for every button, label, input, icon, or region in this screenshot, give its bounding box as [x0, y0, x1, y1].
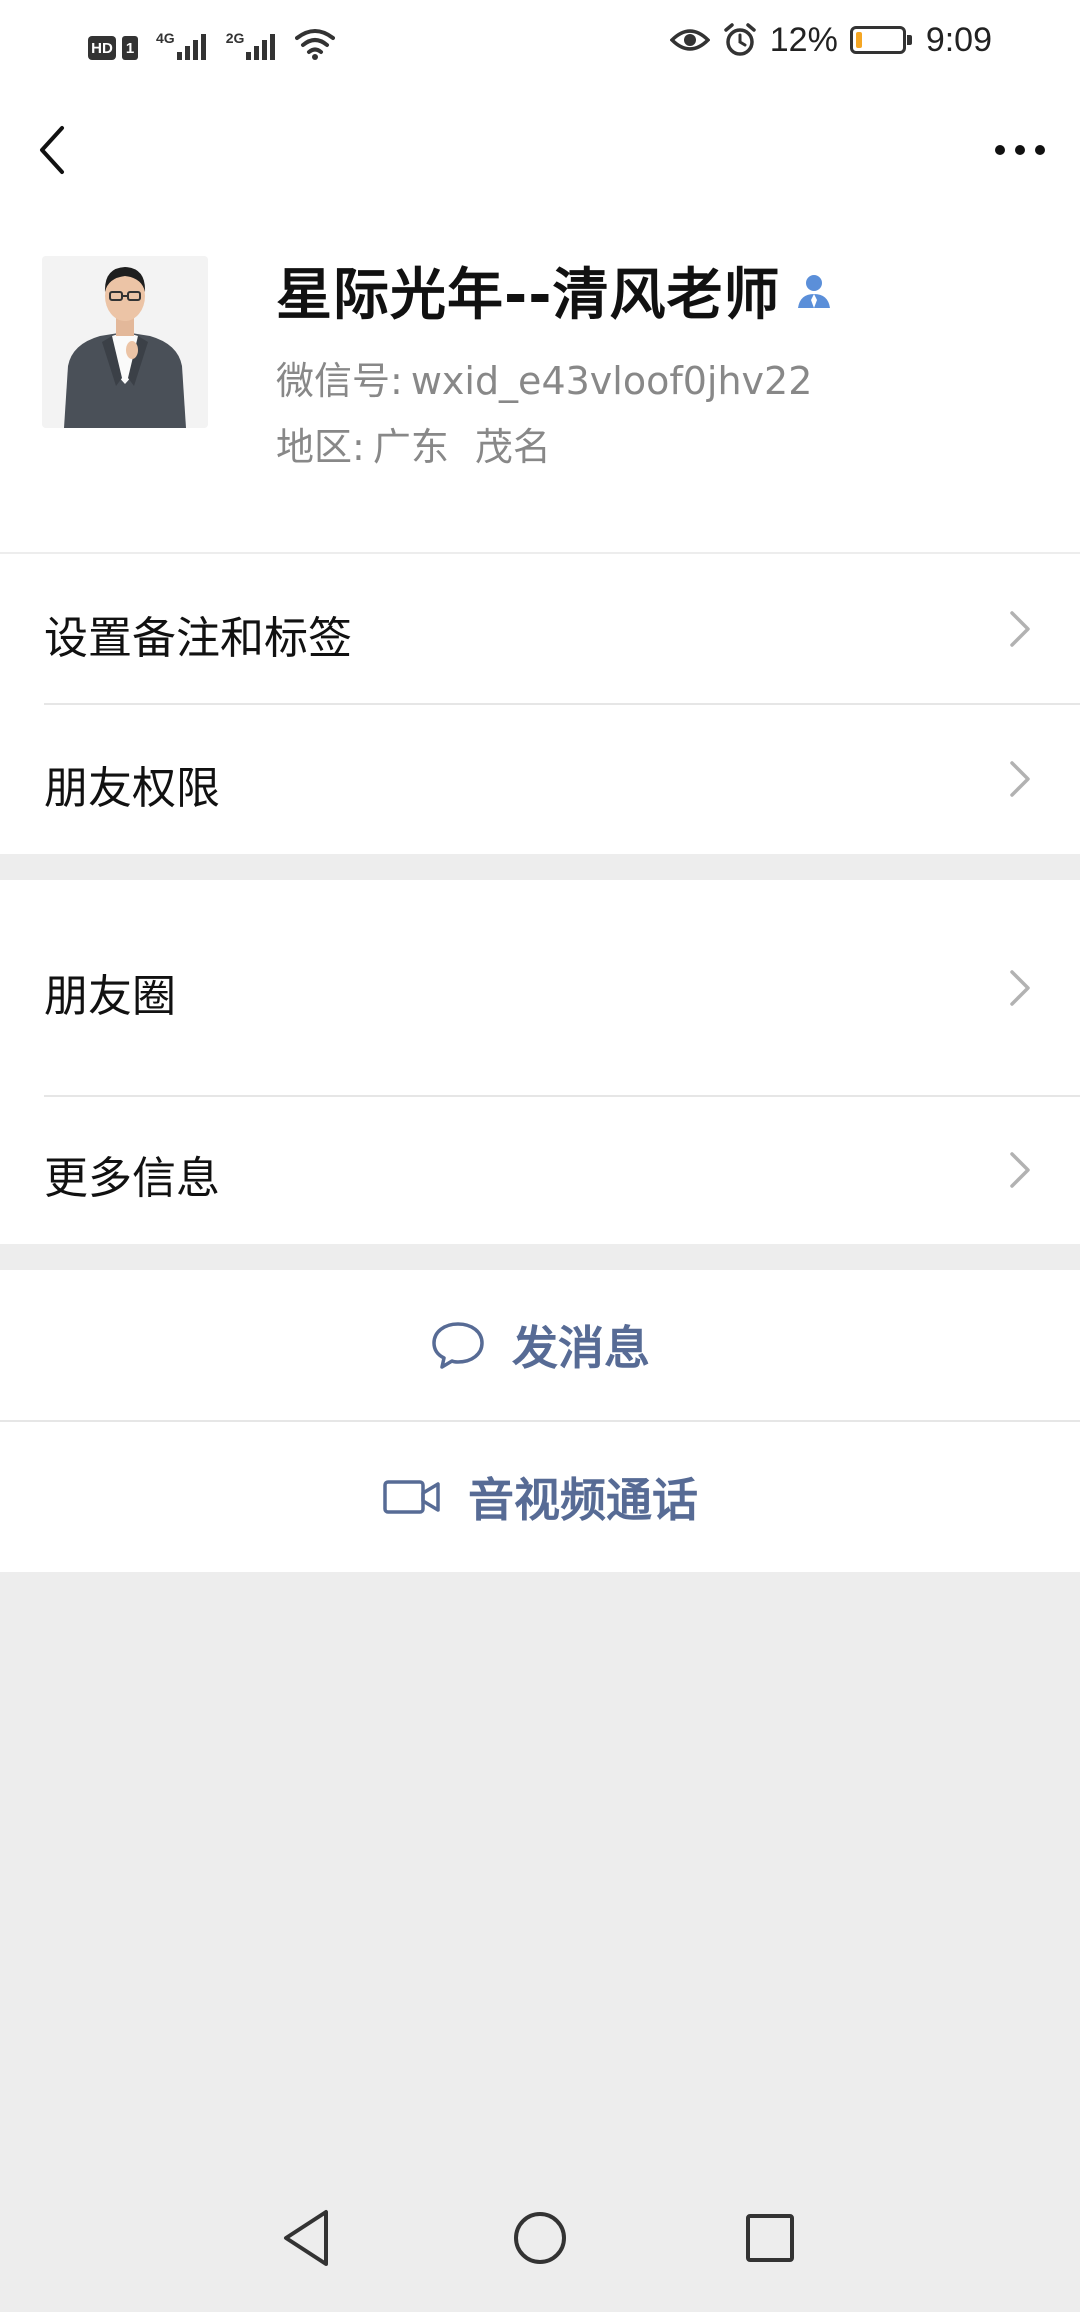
video-camera-icon: [383, 1480, 440, 1514]
battery-icon: [849, 26, 912, 54]
chevron-right-icon: [1010, 970, 1030, 1006]
alarm-icon: [724, 23, 756, 56]
avatar-image: [42, 256, 208, 428]
send-message-button[interactable]: 发消息: [0, 1270, 1080, 1420]
chevron-right-icon: [1010, 1152, 1030, 1188]
signal-icon: [176, 30, 206, 60]
wechat-id-label: 微信号:: [276, 359, 403, 403]
region-province: 广东: [372, 425, 449, 469]
avatar[interactable]: [42, 256, 208, 428]
friend-permissions-label: 朋友权限: [44, 763, 220, 814]
remark-tags-label: 设置备注和标签: [44, 613, 352, 664]
remark-tags-cell[interactable]: 设置备注和标签: [0, 554, 1080, 704]
profile-name: 星际光年--清风老师: [276, 262, 781, 328]
eye-icon: [669, 29, 710, 51]
hd-badge: HD: [88, 36, 116, 60]
profile-name-row: 星际光年--清风老师: [276, 252, 834, 328]
av-call-label: 音视频通话: [468, 1473, 698, 1527]
chevron-right-icon: [1010, 611, 1030, 647]
info-section: 朋友圈 更多信息: [0, 880, 1080, 1244]
battery-percent: 12%: [769, 20, 838, 59]
system-nav-bar: [0, 2170, 1080, 2312]
back-button[interactable]: [34, 120, 74, 180]
settings-section: 设置备注和标签 朋友权限: [0, 554, 1080, 854]
profile-header: 星际光年--清风老师 微信号: wxid_e43vloof0jhv22 地区: 广东…: [0, 80, 1080, 552]
person-icon: [798, 275, 831, 308]
network-type-label: 4G: [156, 30, 175, 46]
region: 地区: 广东 茂名: [276, 416, 551, 471]
actions-section: 发消息 音视频通话: [0, 1270, 1080, 1572]
friend-permissions-cell[interactable]: 朋友权限: [0, 704, 1080, 854]
wechat-id-value: wxid_e43vloof0jhv22: [410, 359, 813, 403]
status-right: 12% 9:09: [669, 16, 992, 64]
nav-home-button[interactable]: [500, 2198, 580, 2278]
clock: 9:09: [925, 20, 992, 59]
status-bar: HD 1 4G 2G 12% 9:09: [0, 0, 1080, 80]
more-info-cell[interactable]: 更多信息: [0, 1096, 1080, 1244]
nav-back-button[interactable]: [268, 2198, 348, 2278]
wifi-icon: [295, 29, 336, 60]
network-type-label: 2G: [225, 30, 245, 46]
nav-recents-button[interactable]: [730, 2198, 810, 2278]
signal-group-2: 2G: [226, 30, 276, 60]
signal-group-1: 4G: [156, 30, 206, 60]
av-call-button[interactable]: 音视频通话: [0, 1422, 1080, 1572]
moments-label: 朋友圈: [44, 971, 176, 1022]
moments-cell[interactable]: 朋友圈: [0, 880, 1080, 1096]
battery-level: [855, 32, 862, 48]
signal-icon: [246, 30, 276, 60]
chevron-right-icon: [1010, 761, 1030, 797]
status-left: HD 1 4G 2G: [88, 20, 336, 60]
chat-bubble-icon: [432, 1322, 484, 1369]
sim-badge: 1: [122, 36, 138, 60]
more-info-label: 更多信息: [44, 1153, 220, 1204]
wechat-id: 微信号: wxid_e43vloof0jhv22: [276, 350, 812, 405]
send-message-label: 发消息: [512, 1321, 650, 1375]
contact-profile-page: HD 1 4G 2G 12% 9:09 星际光年--清风老师 微信号: wxid…: [0, 0, 1080, 2312]
more-options-button[interactable]: [990, 130, 1050, 170]
region-label: 地区:: [276, 425, 365, 469]
region-city: 茂名: [474, 425, 551, 469]
